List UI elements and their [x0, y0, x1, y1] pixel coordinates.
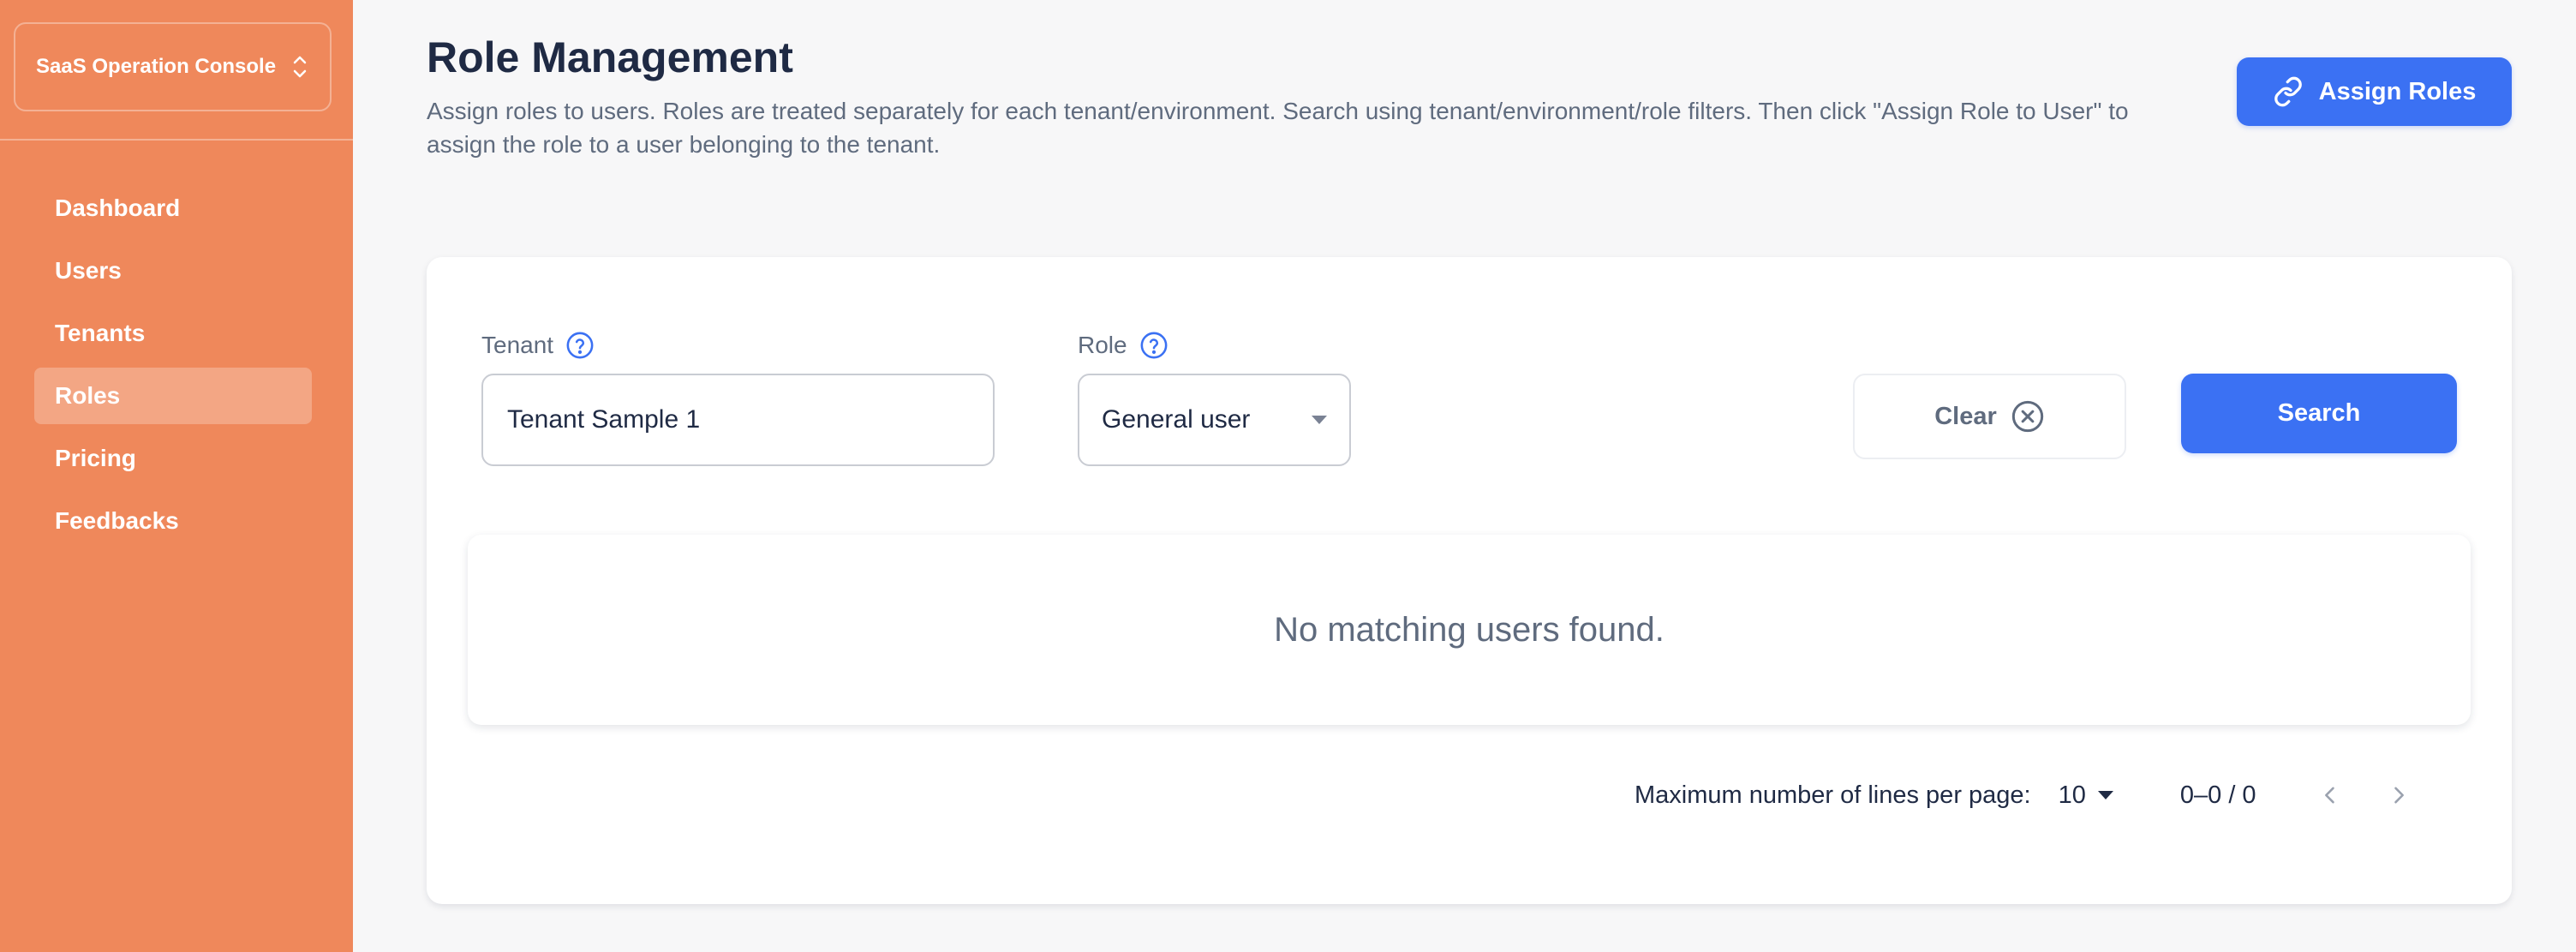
assign-roles-button[interactable]: Assign Roles — [2237, 57, 2512, 126]
sidebar-item-roles[interactable]: Roles — [34, 368, 312, 424]
search-button-label: Search — [2277, 399, 2361, 427]
search-card: Tenant Role General user Clear — [427, 257, 2512, 904]
role-select[interactable]: General user — [1078, 374, 1351, 466]
clear-button-label: Clear — [1934, 402, 1997, 430]
page-title: Role Management — [427, 33, 793, 81]
question-circle-icon[interactable] — [1139, 331, 1168, 360]
results-panel: No matching users found. — [468, 535, 2471, 725]
question-circle-icon[interactable] — [565, 331, 595, 360]
empty-results-message: No matching users found. — [1274, 610, 1665, 649]
sidebar-item-label: Dashboard — [55, 195, 181, 221]
app-root: SaaS Operation Console Dashboard Users T… — [0, 0, 2576, 952]
sidebar-item-dashboard[interactable]: Dashboard — [34, 180, 312, 237]
caret-down-icon — [2097, 791, 2113, 799]
sidebar-item-label: Pricing — [55, 445, 136, 471]
sidebar-item-pricing[interactable]: Pricing — [34, 430, 312, 487]
per-page-label: Maximum number of lines per page: — [1635, 781, 2031, 809]
chevron-up-down-icon — [293, 56, 307, 78]
sidebar-nav: Dashboard Users Tenants Roles Pricing Fe… — [34, 180, 312, 555]
sidebar-divider — [0, 139, 353, 141]
console-switcher[interactable]: SaaS Operation Console — [14, 22, 332, 111]
chevron-right-icon — [2394, 787, 2404, 804]
tenant-label: Tenant — [481, 332, 554, 358]
role-select-value: General user — [1102, 405, 1251, 434]
pagination: Maximum number of lines per page: 10 0–0… — [1635, 771, 2450, 819]
link-icon — [2274, 76, 2302, 107]
assign-roles-button-label: Assign Roles — [2318, 77, 2477, 105]
tenant-input[interactable] — [481, 374, 995, 466]
x-circle-icon — [2011, 400, 2043, 433]
role-label: Role — [1078, 332, 1127, 358]
sidebar-item-label: Tenants — [55, 320, 146, 346]
sidebar-item-label: Users — [55, 257, 122, 284]
clear-button[interactable]: Clear — [1853, 374, 2126, 459]
page-description: Assign roles to users. Roles are treated… — [427, 98, 2129, 158]
next-page-button[interactable] — [2382, 778, 2416, 812]
tenant-label-row: Tenant — [481, 331, 595, 360]
sidebar-item-label: Feedbacks — [55, 507, 179, 534]
sidebar: SaaS Operation Console Dashboard Users T… — [0, 0, 353, 952]
role-label-row: Role — [1078, 331, 1168, 360]
search-button[interactable]: Search — [2181, 374, 2457, 453]
sidebar-item-label: Roles — [55, 382, 121, 409]
page-range: 0–0 / 0 — [2179, 781, 2256, 809]
per-page-select[interactable]: 10 — [2059, 781, 2113, 810]
console-switcher-label: SaaS Operation Console — [36, 55, 277, 78]
sidebar-item-users[interactable]: Users — [34, 242, 312, 299]
sidebar-item-tenants[interactable]: Tenants — [34, 305, 312, 362]
per-page-value: 10 — [2058, 781, 2086, 809]
chevron-left-icon — [2324, 787, 2334, 804]
sidebar-item-feedbacks[interactable]: Feedbacks — [34, 493, 312, 549]
previous-page-button[interactable] — [2313, 778, 2347, 812]
caret-down-icon — [1312, 416, 1327, 424]
